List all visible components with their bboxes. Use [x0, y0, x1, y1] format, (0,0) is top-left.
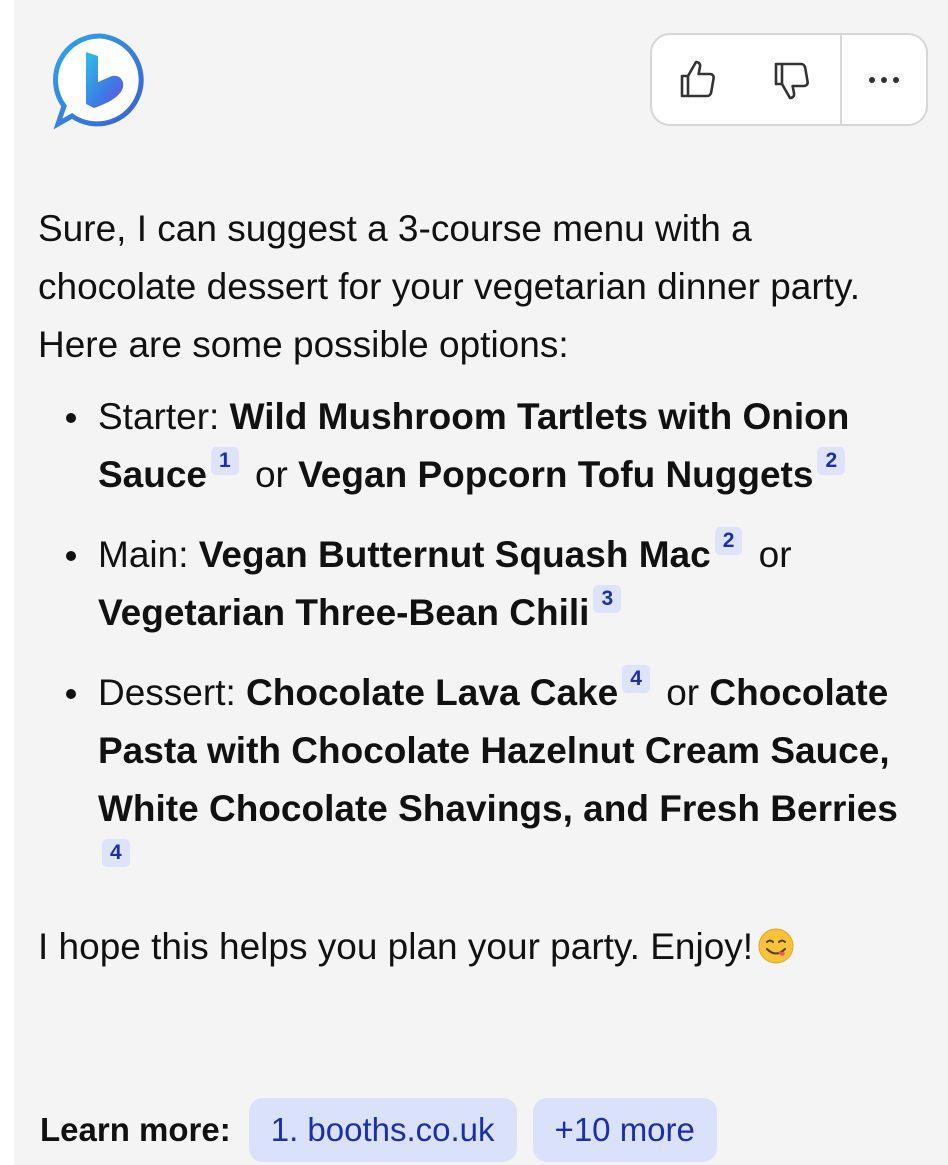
- list-item: Dessert: Chocolate Lava Cake 4 or Chocola…: [66, 664, 918, 896]
- connector-text: or: [666, 672, 700, 713]
- thumbs-down-icon: [774, 62, 809, 99]
- course-label: Dessert:: [98, 672, 236, 713]
- option-name: Chocolate Lava Cake: [246, 672, 619, 713]
- option-name: Vegan Popcorn Tofu Nuggets: [298, 454, 814, 495]
- feedback-toolbar: [650, 33, 928, 126]
- list-item: Starter: Wild Mushroom Tartlets with Oni…: [66, 388, 918, 504]
- citation-link[interactable]: 3: [593, 585, 622, 613]
- message-body: Sure, I can suggest a 3-course menu with…: [38, 200, 918, 976]
- more-options-icon: [869, 76, 899, 83]
- learn-more-bar: Learn more: 1. booths.co.uk +10 more: [40, 1098, 717, 1162]
- chat-message-card: Sure, I can suggest a 3-course menu with…: [14, 0, 948, 1165]
- more-sources-chip[interactable]: +10 more: [532, 1098, 717, 1162]
- connector-text: or: [254, 454, 288, 495]
- citation-link[interactable]: 4: [622, 665, 650, 693]
- learn-more-label: Learn more:: [40, 1111, 231, 1148]
- outro-sentence: I hope this helps you plan your party. E…: [38, 926, 754, 967]
- bing-logo-icon: [50, 30, 150, 130]
- option-name: Vegetarian Three-Bean Chili: [98, 592, 590, 633]
- thumbs-up-icon: [680, 60, 715, 97]
- outro-text: I hope this helps you plan your party. E…: [38, 918, 918, 976]
- option-name: Vegan Butternut Squash Mac: [198, 534, 711, 575]
- connector-text: or: [758, 534, 792, 575]
- thumbs-down-button[interactable]: [744, 35, 840, 124]
- yum-face-emoji-icon: [757, 924, 795, 964]
- menu-list: Starter: Wild Mushroom Tartlets with Oni…: [38, 388, 918, 896]
- source-chip[interactable]: 1. booths.co.uk: [248, 1098, 517, 1162]
- course-label: Starter:: [98, 396, 220, 437]
- intro-text: Sure, I can suggest a 3-course menu with…: [38, 208, 860, 365]
- citation-link[interactable]: 2: [817, 447, 846, 475]
- thumbs-up-button[interactable]: [652, 35, 744, 124]
- citation-link[interactable]: 2: [714, 527, 743, 555]
- more-options-button[interactable]: [842, 35, 926, 124]
- list-item: Main: Vegan Butternut Squash Mac 2 or Veg…: [66, 526, 918, 642]
- citation-link[interactable]: 4: [102, 839, 130, 867]
- citation-link[interactable]: 1: [211, 447, 239, 475]
- course-label: Main:: [98, 534, 189, 575]
